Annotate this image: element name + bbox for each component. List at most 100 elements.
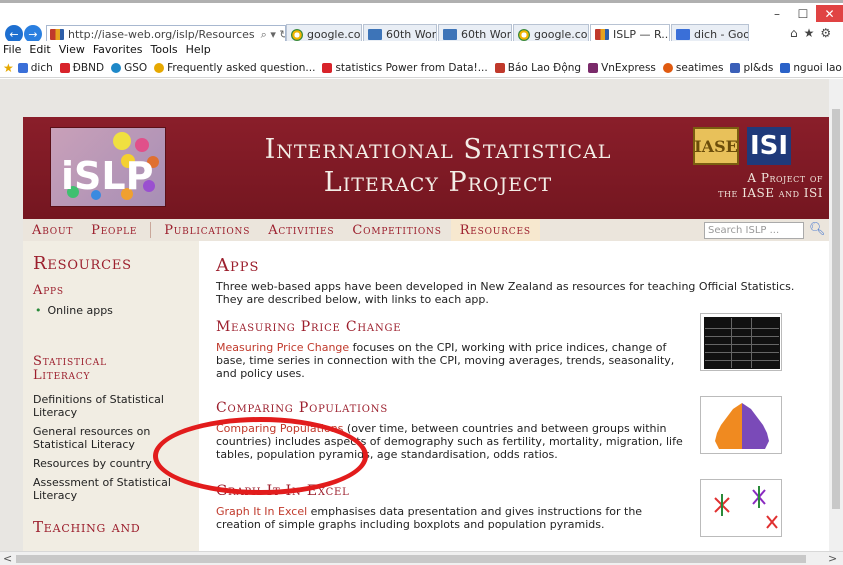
- favorite-link[interactable]: Frequently asked question...: [154, 62, 315, 74]
- google-icon: [291, 28, 303, 41]
- search-input[interactable]: Search ISLP ...: [704, 222, 804, 239]
- menu-view[interactable]: View: [59, 43, 85, 56]
- close-window-button[interactable]: ✕: [816, 5, 843, 22]
- favorite-label: nguoi lao dong: [793, 61, 843, 74]
- menu-help[interactable]: Help: [186, 43, 211, 56]
- sidebar-item-definitions[interactable]: Definitions of Statistical Literacy: [33, 393, 189, 419]
- 60th-icon: [443, 29, 457, 40]
- tab-label: 60th World ...: [461, 28, 512, 41]
- graph-it-thumbnail[interactable]: [700, 479, 782, 537]
- scroll-right-icon[interactable]: >: [828, 552, 837, 565]
- horizontal-scrollbar[interactable]: < >: [0, 551, 843, 565]
- maximize-button[interactable]: ☐: [790, 5, 816, 22]
- scroll-left-icon[interactable]: <: [3, 552, 12, 565]
- sidebar-stat-heading[interactable]: Statistical Literacy: [33, 355, 189, 383]
- settings-icon[interactable]: ⚙: [820, 26, 831, 40]
- nav-people[interactable]: People: [82, 219, 146, 241]
- favorite-link[interactable]: Báo Lao Động: [494, 61, 582, 74]
- price-change-thumbnail[interactable]: [700, 313, 782, 371]
- sidebar-apps-heading[interactable]: Apps: [33, 284, 189, 298]
- arrow-left-icon: ←: [9, 27, 19, 41]
- page-title: Apps: [216, 255, 260, 276]
- sidebar: Resources Apps Online apps Statistical L…: [23, 241, 199, 551]
- intro-text: Three web-based apps have been developed…: [216, 280, 795, 306]
- site-banner: iSLP International Statistical Literacy …: [23, 117, 843, 219]
- favorites-bar: ★ dich ĐBND GSO Frequently asked questio…: [0, 58, 843, 78]
- vertical-scroll-thumb[interactable]: [832, 109, 840, 509]
- site-nav: About People Publications Activities Com…: [23, 219, 843, 241]
- section-text: Graph It In Excel emphasises data presen…: [216, 505, 686, 531]
- favorite-label: VnExpress: [601, 61, 656, 74]
- favorite-label: ĐBND: [72, 61, 105, 74]
- address-url[interactable]: http://iase-web.org/islp/Resources: [68, 28, 255, 41]
- favorite-link[interactable]: GSO: [111, 62, 147, 74]
- iase-logo[interactable]: IASE: [693, 127, 739, 165]
- gso-icon: [111, 62, 122, 73]
- nguoi-lao-dong-icon: [780, 62, 791, 73]
- nav-publications[interactable]: Publications: [155, 219, 259, 241]
- menu-file[interactable]: File: [3, 43, 21, 56]
- nav-about[interactable]: About: [23, 219, 82, 241]
- menu-edit[interactable]: Edit: [29, 43, 50, 56]
- nav-resources[interactable]: Resources: [450, 219, 540, 241]
- browser-toolbar-icons: ⌂ ★ ⚙: [790, 26, 831, 40]
- favorite-link[interactable]: pl&ds: [730, 62, 773, 74]
- favorite-link[interactable]: seatimes: [662, 62, 723, 74]
- favorite-link[interactable]: ĐBND: [59, 61, 105, 74]
- isi-logo[interactable]: ISI: [747, 127, 791, 165]
- favorites-star-icon[interactable]: ★: [3, 61, 14, 75]
- sidebar-item-assessment[interactable]: Assessment of Statistical Literacy: [33, 476, 189, 502]
- nav-separator: [150, 222, 152, 238]
- maple-leaf-icon: [322, 62, 333, 73]
- dich-icon: [676, 29, 690, 40]
- section-measuring-price-change: Measuring Price Change Measuring Price C…: [216, 313, 836, 380]
- favorite-link[interactable]: statistics Power from Data!...: [322, 61, 488, 74]
- search-icon[interactable]: 🔍︎: [809, 222, 826, 237]
- horizontal-scroll-thumb[interactable]: [16, 555, 806, 563]
- project-of-line1: A Project of: [747, 171, 823, 185]
- graph-it-in-excel-link[interactable]: Graph It In Excel: [216, 505, 307, 518]
- home-icon[interactable]: ⌂: [790, 26, 798, 40]
- favorite-label: Báo Lao Động: [507, 61, 582, 74]
- population-pyramid-thumbnail[interactable]: [700, 396, 782, 454]
- menu-favorites[interactable]: Favorites: [93, 43, 143, 56]
- favorites-icon[interactable]: ★: [804, 26, 815, 40]
- main-content: Apps Three web-based apps have been deve…: [216, 241, 836, 551]
- address-tools[interactable]: ⌕ ▾ ↻: [261, 28, 285, 42]
- page-viewport: iSLP International Statistical Literacy …: [0, 79, 843, 551]
- islp-icon: [595, 29, 609, 40]
- site-title-line2: Literacy Project: [323, 167, 553, 198]
- logo-dot: [135, 138, 149, 152]
- vertical-scrollbar[interactable]: [829, 79, 843, 551]
- favorite-label: Frequently asked question...: [167, 61, 316, 74]
- favorite-link[interactable]: VnExpress: [588, 62, 656, 74]
- plds-icon: [730, 62, 741, 73]
- nav-activities[interactable]: Activities: [259, 219, 343, 241]
- seatimes-icon: [662, 62, 673, 73]
- sidebar-item-online-apps[interactable]: Online apps: [33, 304, 189, 317]
- dich-icon: [17, 62, 28, 73]
- tab-label: google.com: [534, 28, 588, 41]
- site-title: International Statistical Literacy Proje…: [223, 133, 653, 199]
- favorite-label: statistics Power from Data!...: [335, 61, 488, 74]
- minimize-button[interactable]: –: [764, 5, 790, 22]
- faq-icon: [154, 62, 165, 73]
- dbnd-icon: [59, 62, 70, 73]
- 60th-icon: [368, 29, 382, 40]
- bao-lao-dong-icon: [494, 62, 505, 73]
- islp-logo[interactable]: iSLP: [50, 127, 166, 207]
- favorite-link[interactable]: nguoi lao dong: [780, 62, 843, 74]
- tab-label: ISLP — R...: [613, 28, 670, 41]
- nav-competitions[interactable]: Competitions: [343, 219, 450, 241]
- table-thumbnail-icon: [704, 317, 780, 369]
- section-text: Measuring Price Change focuses on the CP…: [216, 341, 686, 380]
- tab-label: 60th World ...: [386, 28, 437, 41]
- favorite-link[interactable]: dich: [17, 62, 53, 74]
- favorite-label: GSO: [124, 61, 148, 74]
- menu-bar: File Edit View Favorites Tools Help: [0, 41, 843, 58]
- measuring-price-change-link[interactable]: Measuring Price Change: [216, 341, 349, 354]
- population-pyramid-icon: [715, 403, 769, 449]
- tab-label: dich - Goog...: [694, 28, 749, 41]
- menu-tools[interactable]: Tools: [151, 43, 178, 56]
- sidebar-teaching-heading[interactable]: Teaching and: [33, 518, 189, 536]
